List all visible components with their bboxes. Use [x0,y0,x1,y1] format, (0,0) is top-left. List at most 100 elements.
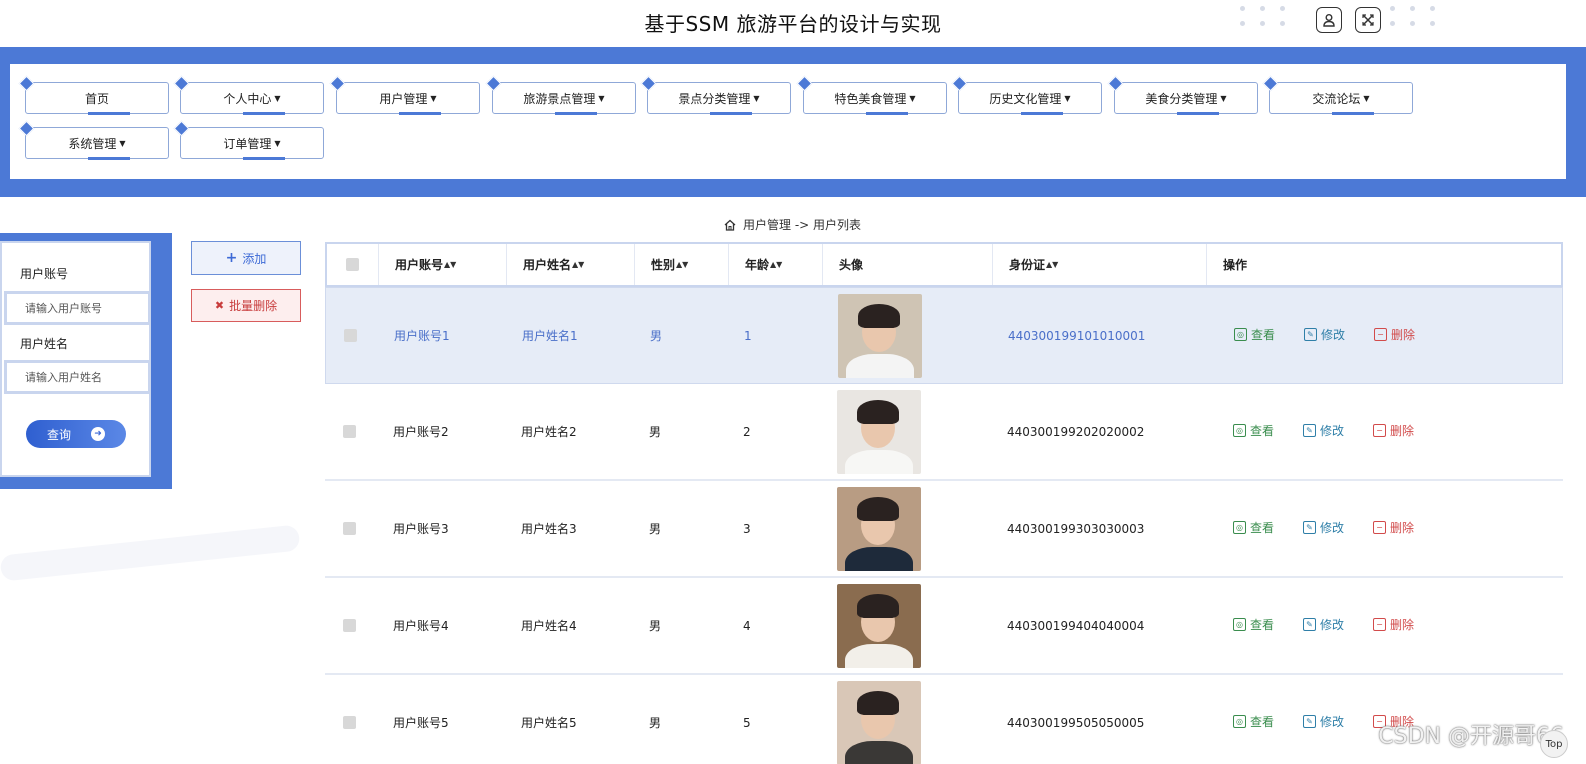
x-icon: ✖ [214,299,225,312]
header-age[interactable]: 年龄 ▲▼ [729,244,823,285]
caret-down-icon: ▼ [909,93,916,103]
edit-button[interactable]: ✎ 修改 [1303,713,1344,730]
table-row[interactable]: 用户账号1 用户姓名1 男 1 440300199101010001 ◎ 查看 … [325,287,1563,384]
cell-age: 4 [743,618,751,633]
cell-avatar [837,384,921,479]
cell-account: 用户账号1 [394,329,450,343]
top-bar: 基于SSM 旅游平台的设计与实现 [0,0,1586,47]
delete-button[interactable]: − 删除 [1373,422,1414,439]
cell-name: 用户姓名3 [521,522,577,536]
watermark: CSDN @开源哥66 [1378,724,1564,749]
arrow-right-icon: ➜ [91,427,105,441]
cell-ops: ◎ 查看 ✎ 修改 − 删除 [1233,481,1553,576]
cell-account: 用户账号3 [393,522,449,536]
cell-avatar [838,288,922,383]
breadcrumb: 用户管理 -> 用户列表 [723,216,861,233]
nav-item-food-management[interactable]: 特色美食管理 ▼ [803,82,947,115]
nav-item-personal-center[interactable]: 个人中心 ▼ [180,82,324,115]
cell-name: 用户姓名4 [521,619,577,633]
cell-gender: 男 [650,329,663,343]
view-button[interactable]: ◎ 查看 [1233,616,1274,633]
fullscreen-exit-button[interactable] [1355,7,1381,33]
table-header: 用户账号 ▲▼ 用户姓名 ▲▼ 性别 ▲▼ 年龄 ▲▼ 头像 身份证 ▲▼ 操作 [325,242,1563,287]
minus-icon: − [1373,424,1386,437]
delete-label: 删除 [1390,424,1415,438]
header-name[interactable]: 用户姓名 ▲▼ [507,244,635,285]
nav-item-scenic-spot-management[interactable]: 旅游景点管理 ▼ [492,82,636,115]
nav-item-label: 旅游景点管理 [523,91,596,106]
delete-button[interactable]: − 删除 [1373,616,1414,633]
view-button[interactable]: ◎ 查看 [1234,326,1275,343]
edit-icon: ✎ [1303,424,1316,437]
cell-age: 2 [743,424,751,439]
nav-item-home[interactable]: 首页 [25,82,169,115]
row-checkbox[interactable] [344,329,357,342]
table-row[interactable]: 用户账号3 用户姓名3 男 3 440300199303030003 ◎ 查看 … [325,481,1563,578]
view-icon: ◎ [1233,618,1246,631]
avatar [837,680,921,764]
header-gender[interactable]: 性别 ▲▼ [635,244,729,285]
sort-icon: ▲▼ [572,260,585,269]
main-nav: 首页 个人中心 ▼ 用户管理 ▼ 旅游景点管理 ▼ 景点分类管理 ▼ 特色美食管理 ▼ 历… [0,47,1586,197]
batch-delete-button[interactable]: ✖ 批量删除 [191,289,301,322]
nav-item-spot-category-management[interactable]: 景点分类管理 ▼ [647,82,791,115]
nav-item-history-culture-management[interactable]: 历史文化管理 ▼ [958,82,1102,115]
row-select-cell [343,384,356,479]
edit-button[interactable]: ✎ 修改 [1303,616,1344,633]
header-id-card[interactable]: 身份证 ▲▼ [993,244,1207,285]
edit-button[interactable]: ✎ 修改 [1303,422,1344,439]
row-checkbox[interactable] [343,619,356,632]
edit-button[interactable]: ✎ 修改 [1304,326,1345,343]
nav-item-label: 首页 [84,91,109,106]
header-account[interactable]: 用户账号 ▲▼ [379,244,507,285]
cell-gender: 男 [649,522,662,536]
cell-name: 用户姓名2 [521,425,577,439]
select-all-checkbox[interactable] [346,258,359,271]
sort-icon: ▲▼ [1046,260,1059,269]
row-checkbox[interactable] [343,716,356,729]
edit-icon: ✎ [1303,618,1316,631]
cell-account: 用户账号4 [393,619,449,633]
caret-down-icon: ▼ [1220,93,1227,103]
account-search-input[interactable] [4,291,151,325]
search-panel: 用户账号 用户姓名 [0,233,172,489]
row-checkbox[interactable] [343,425,356,438]
nav-item-forum[interactable]: 交流论坛 ▼ [1269,82,1413,115]
nav-item-food-category-management[interactable]: 美食分类管理 ▼ [1114,82,1258,115]
select-all-cell [327,244,379,285]
table-row[interactable]: 用户账号4 用户姓名4 男 4 440300199404040004 ◎ 查看 … [325,578,1563,675]
sort-icon: ▲▼ [770,260,783,269]
view-icon: ◎ [1233,715,1246,728]
edit-label: 修改 [1321,328,1346,342]
delete-button[interactable]: − 删除 [1374,326,1415,343]
nav-item-label: 特色美食管理 [834,91,907,106]
user-profile-button[interactable] [1316,7,1342,33]
delete-label: 删除 [1390,521,1415,535]
view-button[interactable]: ◎ 查看 [1233,519,1274,536]
cell-id-card: 440300199505050005 [1007,715,1145,730]
caret-down-icon: ▼ [430,93,437,103]
header-label: 用户账号 [395,258,444,272]
edit-button[interactable]: ✎ 修改 [1303,519,1344,536]
row-checkbox[interactable] [343,522,356,535]
caret-down-icon: ▼ [274,93,281,103]
view-button[interactable]: ◎ 查看 [1233,713,1274,730]
batch-delete-label: 批量删除 [229,299,278,313]
name-search-input[interactable] [4,360,151,394]
minus-icon: − [1374,328,1387,341]
delete-button[interactable]: − 删除 [1373,519,1414,536]
nav-item-user-management[interactable]: 用户管理 ▼ [336,82,480,115]
back-to-top-button[interactable]: Top [1540,730,1568,758]
view-label: 查看 [1250,618,1275,632]
view-label: 查看 [1251,328,1276,342]
nav-item-system-management[interactable]: 系统管理 ▼ [25,127,169,160]
delete-label: 删除 [1390,618,1415,632]
nav-item-order-management[interactable]: 订单管理 ▼ [180,127,324,160]
edit-label: 修改 [1320,521,1345,535]
header-label: 用户姓名 [523,258,572,272]
minus-icon: − [1373,618,1386,631]
table-row[interactable]: 用户账号2 用户姓名2 男 2 440300199202020002 ◎ 查看 … [325,384,1563,481]
view-button[interactable]: ◎ 查看 [1233,422,1274,439]
add-button[interactable]: + 添加 [191,241,301,275]
query-button[interactable]: 查询 ➜ [26,420,126,448]
